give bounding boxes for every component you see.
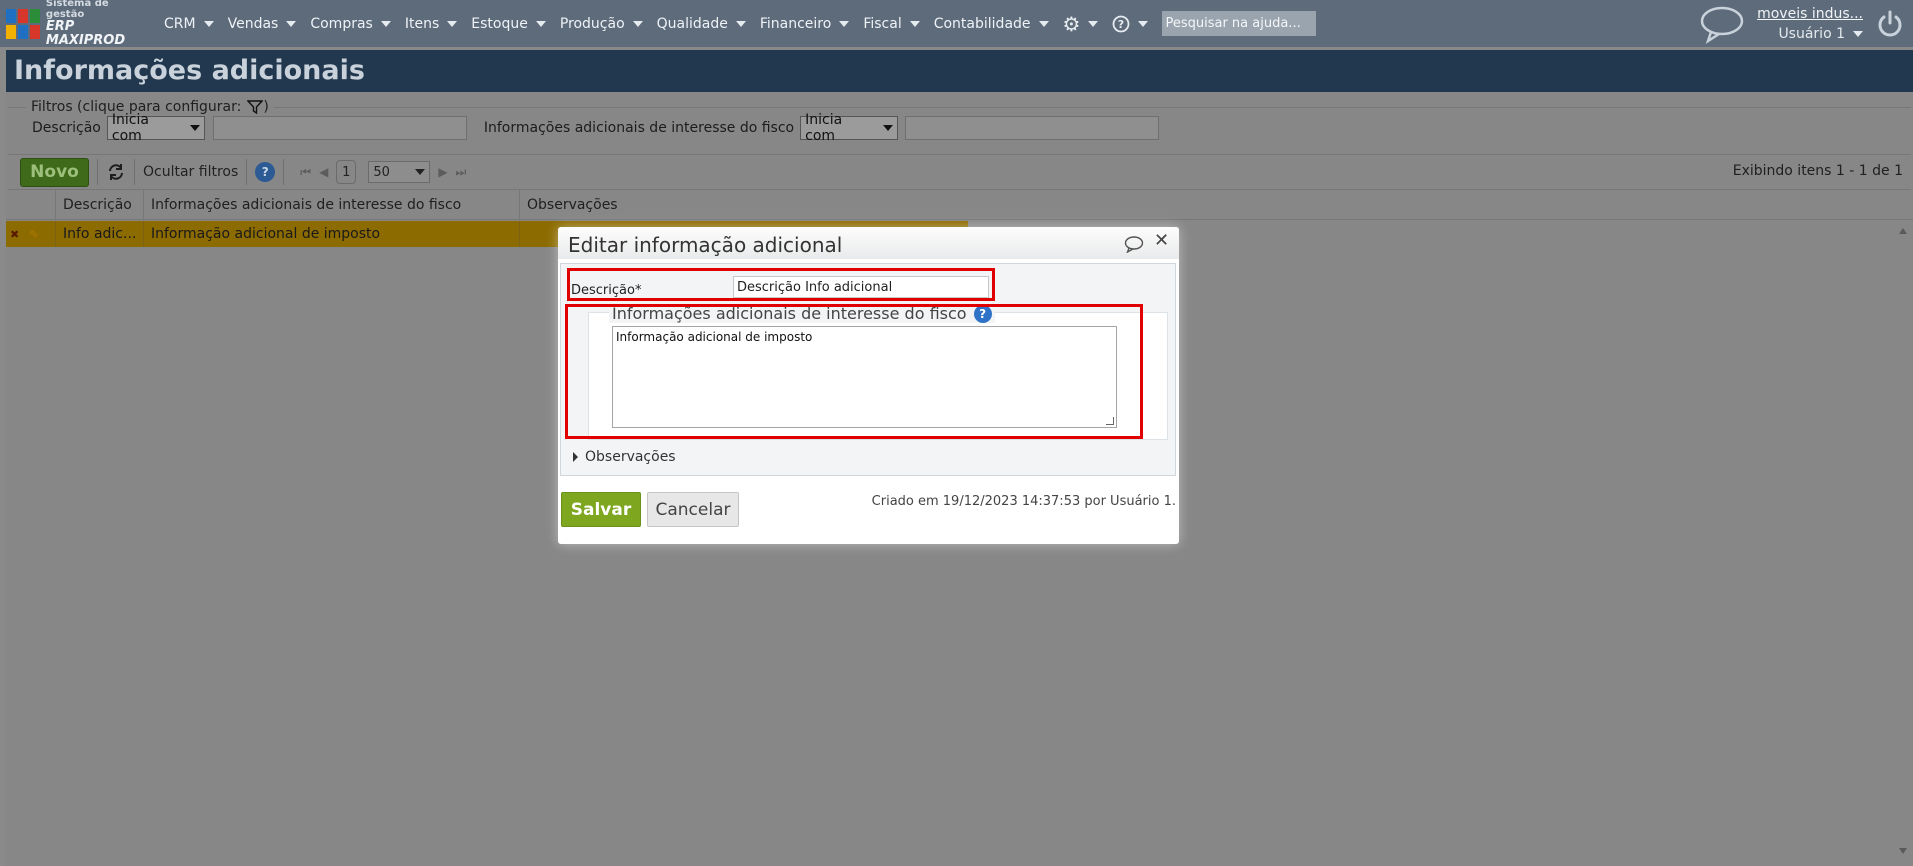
chevron-down-icon [883,125,894,131]
scroll-down-icon[interactable] [1899,848,1907,854]
column-observacoes[interactable]: Observações [520,190,1913,219]
settings-menu[interactable]: ⚙ [1063,12,1099,36]
column-descricao[interactable]: Descrição [56,190,144,219]
dialog-title: Editar informação adicional [568,233,843,257]
chevron-down-icon [1853,30,1863,37]
cell-fisco: Informação adicional de imposto [144,221,520,247]
items-count: Exibindo itens 1 - 1 de 1 [1732,163,1903,179]
erp-logo[interactable]: Sistema de gestão ERP MAXIPROD [6,0,146,48]
menu-crm[interactable]: CRM [164,16,214,32]
logo-line-2: ERP MAXIPROD [45,19,126,48]
menu-compras[interactable]: Compras [310,16,391,32]
highlight-box-descricao [567,268,995,301]
created-info: Criado em 19/12/2023 14:37:53 por Usuári… [871,494,1176,509]
close-icon[interactable]: ✕ [1154,230,1169,251]
top-navigation-bar: Sistema de gestão ERP MAXIPROD CRM Venda… [0,0,1913,47]
highlight-box-fisco [565,304,1143,439]
help-circle-icon: ? [1113,15,1130,32]
previous-page-icon[interactable]: ◀ [319,165,328,179]
help-search-input[interactable]: Pesquisar na ajuda... [1162,11,1317,36]
refresh-icon[interactable] [106,163,126,181]
filter-fisco-operator[interactable]: Inicia com [800,112,899,144]
filter-fisco-label: Informações adicionais de interesse do f… [483,120,795,136]
menu-producao[interactable]: Produção [560,16,643,32]
save-button[interactable]: Salvar [561,492,641,527]
filter-fisco-input[interactable] [905,116,1160,140]
next-page-icon[interactable]: ▶ [438,165,447,179]
new-button[interactable]: Novo [20,157,89,187]
chevron-down-icon [189,125,200,131]
company-link[interactable]: moveis indus... [1757,6,1863,22]
page-header: Informações adicionais [6,50,1913,92]
menu-contabilidade[interactable]: Contabilidade [934,16,1049,32]
cell-descricao: Info adic... [56,221,144,247]
chevron-down-icon [380,20,391,27]
chevron-down-icon [415,169,426,175]
chevron-down-icon [909,20,920,27]
last-page-icon[interactable]: ⏭ [456,165,467,180]
edit-dialog: Editar informação adicional ✕ Descrição*… [558,227,1179,544]
menu-fiscal[interactable]: Fiscal [863,16,920,32]
per-page-select[interactable]: 50 [368,161,431,183]
account-area: moveis indus... Usuário 1 [1699,0,1913,47]
filter-descricao-operator[interactable]: Inicia com [106,112,205,144]
grid-toolbar: Novo Ocultar filtros ? ⏮ ◀ 1 50 ▶ ⏭ Exib… [8,154,1911,190]
page-number-input[interactable]: 1 [336,160,357,184]
main-menu: CRM Vendas Compras Itens Estoque Produçã… [164,11,1317,36]
menu-estoque[interactable]: Estoque [471,16,546,32]
menu-qualidade[interactable]: Qualidade [657,16,746,32]
chevron-down-icon [286,20,297,27]
gear-icon: ⚙ [1062,11,1081,36]
delete-icon[interactable]: ✖ [10,228,19,241]
dialog-body: Descrição* Descrição Info adicional Info… [560,263,1176,476]
filter-descricao-input[interactable] [212,116,467,140]
power-icon[interactable] [1875,9,1905,39]
help-menu[interactable]: ? [1112,15,1149,33]
chevron-down-icon [735,20,746,27]
chat-icon[interactable] [1699,4,1745,44]
edit-icon[interactable]: ✎ [29,228,38,241]
chevron-down-icon [839,20,850,27]
page-title: Informações adicionais [14,55,365,86]
grid-header: Descrição Informações adicionais de inte… [6,190,1913,220]
hide-filters-button[interactable]: Ocultar filtros [143,164,238,180]
filter-icon[interactable] [247,100,264,114]
observacoes-toggle[interactable]: Observações [573,449,676,465]
help-icon[interactable]: ? [255,162,276,182]
menu-financeiro[interactable]: Financeiro [760,16,850,32]
grid-header-actions [6,190,56,219]
chevron-down-icon [632,20,643,27]
chevron-down-icon [1038,20,1049,27]
menu-vendas[interactable]: Vendas [228,16,297,32]
svg-text:?: ? [1118,18,1124,31]
cancel-button[interactable]: Cancelar [647,492,739,527]
chevron-down-icon [1138,20,1149,27]
logo-line-1: Sistema de gestão [45,0,109,20]
chevron-down-icon [447,20,458,27]
dialog-header: Editar informação adicional ✕ [558,227,1179,259]
chevron-down-icon [203,20,214,27]
chevron-down-icon [535,20,546,27]
filter-descricao-label: Descrição [32,120,101,136]
user-menu[interactable]: Usuário 1 [1757,26,1863,42]
logo-mark-icon [6,8,40,39]
column-fisco[interactable]: Informações adicionais de interesse do f… [144,190,520,219]
first-page-icon[interactable]: ⏮ [300,165,311,180]
comment-icon[interactable] [1124,235,1144,253]
chevron-right-icon [573,452,578,462]
menu-itens[interactable]: Itens [405,16,458,32]
chevron-down-icon [1088,20,1099,27]
scroll-up-icon[interactable] [1899,228,1907,234]
filter-row: Descrição Inicia com Informações adicion… [32,112,1160,144]
